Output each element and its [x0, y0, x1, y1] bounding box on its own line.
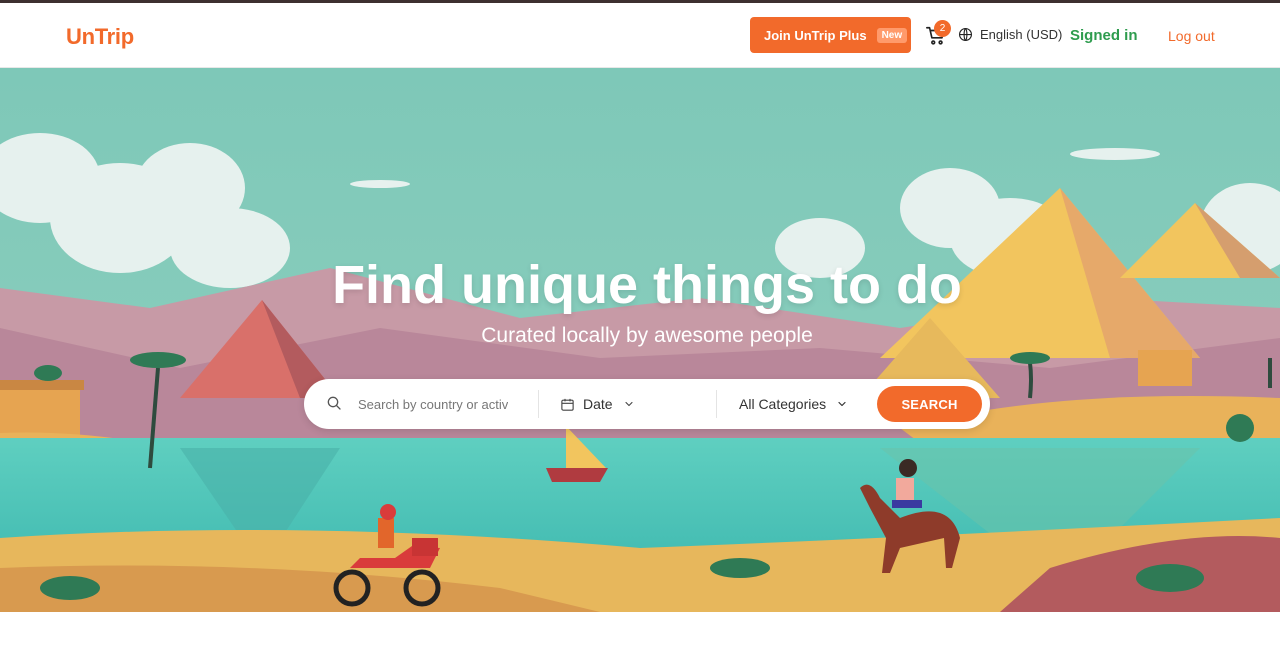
- site-header: UnTrip Join UnTrip Plus New 2 English (U…: [0, 3, 1280, 68]
- new-badge: New: [876, 27, 908, 43]
- search-input[interactable]: [358, 393, 508, 415]
- join-plus-button[interactable]: Join UnTrip Plus New: [750, 17, 911, 53]
- globe-icon: [959, 28, 972, 41]
- search-bar: Date All Categories SEARCH: [304, 379, 990, 429]
- search-button[interactable]: SEARCH: [877, 386, 982, 422]
- hero-title: Find unique things to do: [332, 255, 962, 315]
- logout-link[interactable]: Log out: [1168, 28, 1215, 44]
- divider: [538, 390, 539, 418]
- language-selector[interactable]: English (USD): [958, 27, 1062, 42]
- date-selector[interactable]: Date: [560, 396, 635, 412]
- chevron-down-icon: [838, 401, 846, 407]
- date-label: Date: [583, 396, 613, 412]
- cart-count-badge: 2: [934, 20, 951, 37]
- category-label: All Categories: [739, 396, 827, 412]
- signed-in-status: Signed in: [1070, 27, 1138, 44]
- hero-subtitle: Curated locally by awesome people: [481, 324, 813, 347]
- search-icon: [326, 395, 342, 416]
- language-label: English (USD): [980, 27, 1063, 42]
- category-selector[interactable]: All Categories: [739, 396, 848, 412]
- divider: [716, 390, 717, 418]
- logo[interactable]: UnTrip: [66, 24, 134, 50]
- chevron-down-icon: [625, 401, 633, 407]
- join-plus-label: Join UnTrip Plus: [764, 27, 867, 43]
- hero-section: Find unique things to do Curated locally…: [0, 68, 1280, 612]
- calendar-icon: [561, 398, 574, 411]
